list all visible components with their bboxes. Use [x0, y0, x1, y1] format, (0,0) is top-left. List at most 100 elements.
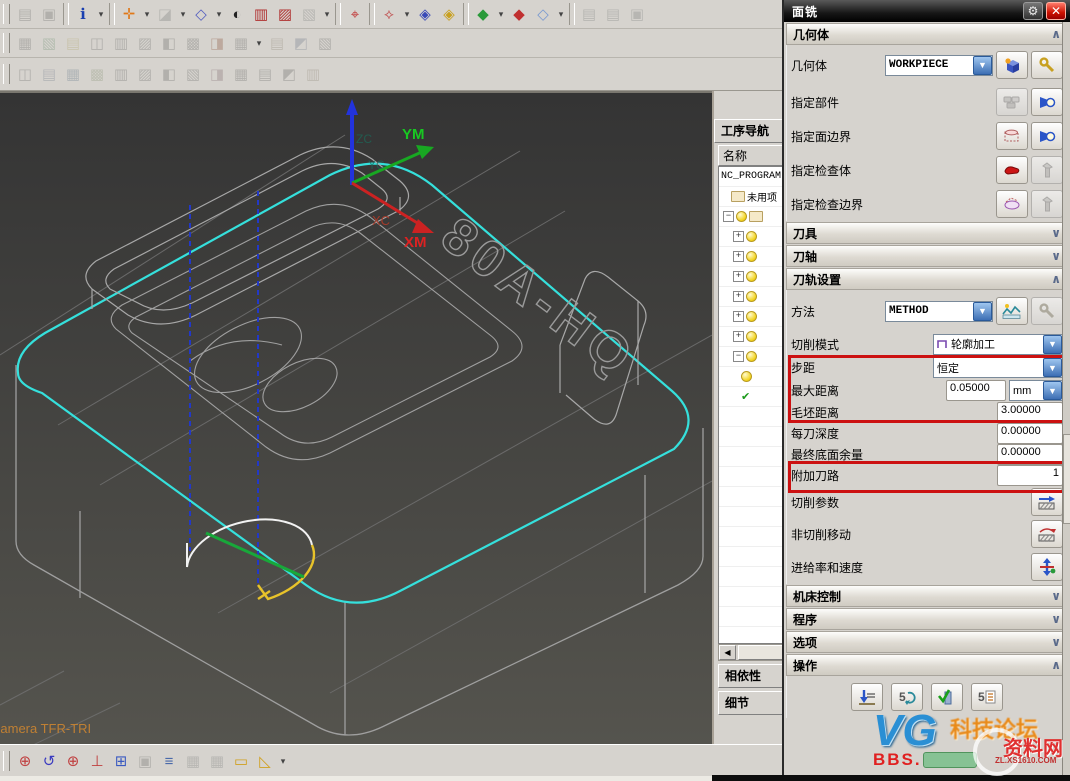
section-tool-axis[interactable]: 刀轴 ∨ [786, 245, 1068, 267]
operation-node[interactable]: + [719, 247, 784, 267]
hscroll-left-arrow-icon[interactable]: ◀ [719, 645, 736, 660]
operation-node[interactable] [719, 367, 784, 387]
verify-toolpath-button[interactable] [931, 683, 963, 711]
list-output-icon[interactable]: ◫ [13, 62, 37, 86]
datum-plane-icon[interactable]: ▦ [205, 749, 229, 773]
show-hide-toggle-icon[interactable]: ◇ [531, 2, 555, 26]
wireframe-menu-arrow-icon[interactable]: ▾ [213, 2, 225, 26]
verify-toolpath-icon[interactable]: ▧ [313, 31, 337, 55]
unit-dropdown-arrow-icon[interactable]: ▼ [1043, 381, 1062, 400]
highlight-check-body-button[interactable] [1031, 156, 1063, 184]
point-dialog-icon[interactable]: ◈ [413, 2, 437, 26]
section-options[interactable]: 选项 ∨ [786, 631, 1068, 653]
shaded-display-icon[interactable]: ◐ [225, 2, 249, 26]
section-machine-control[interactable]: 机床控制 ∨ [786, 585, 1068, 607]
expand-plus-icon[interactable]: + [733, 231, 744, 242]
cut-object-icon[interactable]: ◧ [157, 31, 181, 55]
copy-object-icon[interactable]: ▩ [181, 31, 205, 55]
edit-object-icon[interactable]: ▨ [133, 31, 157, 55]
operation-node[interactable]: + [719, 227, 784, 247]
select-check-boundaries-button[interactable] [996, 190, 1028, 218]
program-group[interactable]: − [719, 207, 784, 227]
grid-snap-icon[interactable]: ▤ [601, 2, 625, 26]
create-tool-icon[interactable]: ▧ [37, 31, 61, 55]
information-menu-arrow-icon[interactable]: ▾ [95, 2, 107, 26]
display-menu-arrow-icon[interactable]: ▾ [321, 2, 333, 26]
select-face-boundaries-button[interactable] [996, 122, 1028, 150]
blank-distance-input[interactable]: 3.00000 [997, 402, 1063, 423]
mirror-path-icon[interactable]: ◨ [205, 62, 229, 86]
wireframe-display-icon[interactable]: ◇ [189, 2, 213, 26]
edit-geometry-button[interactable] [1031, 51, 1063, 79]
toolbar-drag-handle[interactable] [3, 4, 10, 24]
hscroll-thumb[interactable] [738, 645, 783, 660]
operation-complete-node[interactable]: ✔ [719, 387, 784, 407]
fit-view-icon[interactable]: ✛ [117, 2, 141, 26]
fit-view-menu-arrow-icon[interactable]: ▾ [141, 2, 153, 26]
datum-csys-icon[interactable]: ⌖ [343, 2, 367, 26]
stepover-combo[interactable]: 恒定 ▼ [933, 357, 1063, 378]
information-icon[interactable]: ℹ [71, 2, 95, 26]
final-floor-stock-input[interactable]: 0.00000 [997, 444, 1063, 465]
max-distance-input[interactable]: 0.05000 [946, 380, 1006, 401]
toolbar-drag-handle[interactable] [3, 751, 10, 771]
highlight-part-button[interactable] [1031, 88, 1063, 116]
shop-doc-icon[interactable]: ▦ [61, 62, 85, 86]
wcs-dynamics-icon[interactable]: ⊕ [61, 749, 85, 773]
operation-node[interactable]: + [719, 267, 784, 287]
section-geometry[interactable]: 几何体 ∧ [786, 23, 1068, 45]
navigator-hscrollbar[interactable]: ◀ [718, 644, 784, 661]
geometry-dropdown-arrow-icon[interactable]: ▼ [973, 56, 992, 75]
dialog-close-icon[interactable]: ✕ [1046, 2, 1066, 20]
more-menu-arrow-icon[interactable]: ▾ [555, 2, 567, 26]
replay-toolpath-button[interactable]: 5 [891, 683, 923, 711]
csys-orient-icon[interactable]: ⟡ [377, 2, 401, 26]
orient-view-icon[interactable]: ◪ [153, 2, 177, 26]
window-display-icon[interactable]: ▣ [625, 2, 649, 26]
method-combo[interactable]: METHOD ▼ [885, 301, 993, 322]
stepover-dropdown-arrow-icon[interactable]: ▼ [1043, 358, 1062, 377]
unused-items-node[interactable]: 未用项 [719, 187, 784, 207]
paste-object-icon[interactable]: ◨ [205, 31, 229, 55]
additional-passes-input[interactable]: 1 [997, 465, 1063, 486]
gouge-check-icon[interactable]: ▨ [133, 62, 157, 86]
list-toolpath-button[interactable]: 5 [971, 683, 1003, 711]
nc-program-node[interactable]: NC_PROGRAM [719, 167, 784, 187]
expand-plus-icon[interactable]: + [733, 291, 744, 302]
display-part-icon[interactable]: ▣ [37, 2, 61, 26]
save-wcs-icon[interactable]: ⊞ [109, 749, 133, 773]
select-part-button[interactable] [996, 88, 1028, 116]
collapse-minus-icon[interactable]: − [733, 351, 744, 362]
cut-pattern-dropdown-arrow-icon[interactable]: ▼ [1043, 335, 1062, 354]
edit-method-button[interactable] [1031, 297, 1063, 325]
create-program-icon[interactable]: ▦ [13, 31, 37, 55]
section-program[interactable]: 程序 ∨ [786, 608, 1068, 630]
row2-menu-arrow-icon[interactable]: ▾ [253, 31, 265, 55]
collapse-minus-icon[interactable]: − [723, 211, 734, 222]
cut-pattern-combo[interactable]: 轮廓加工 ▼ [933, 334, 1063, 355]
display-mode-icon[interactable]: ▣ [133, 749, 157, 773]
bottom-menu-arrow-icon[interactable]: ▾ [277, 749, 289, 773]
cutting-parameters-button[interactable] [1031, 488, 1063, 516]
section-actions[interactable]: 操作 ∧ [786, 654, 1068, 676]
work-plane-icon[interactable]: ▦ [181, 749, 205, 773]
toolbar-drag-handle[interactable] [3, 33, 10, 53]
graphics-viewport[interactable]: 80A-HQ ZC YC YM XC XM Camera TFR-TRI [0, 91, 712, 746]
generate-toolpath-icon[interactable]: ▤ [265, 31, 289, 55]
orient-menu-arrow-icon[interactable]: ▾ [177, 2, 189, 26]
translucent-cube-icon[interactable]: ▥ [249, 2, 273, 26]
new-method-button[interactable] [996, 297, 1028, 325]
hide-object-icon[interactable]: ◆ [507, 2, 531, 26]
open-part-icon[interactable]: ▤ [13, 2, 37, 26]
max-distance-unit-combo[interactable]: mm ▼ [1009, 380, 1063, 401]
dialog-right-scrollbar[interactable] [1062, 22, 1070, 776]
create-geometry-icon[interactable]: ▤ [61, 31, 85, 55]
expand-plus-icon[interactable]: + [733, 331, 744, 342]
postprocess-icon[interactable]: ▤ [37, 62, 61, 86]
generate-toolpath-button[interactable] [851, 683, 883, 711]
csys-partial-icon[interactable]: ⊕ [13, 749, 37, 773]
select-check-body-button[interactable] [996, 156, 1028, 184]
show-menu-arrow-icon[interactable]: ▾ [495, 2, 507, 26]
machine-sim-icon[interactable]: ▥ [109, 62, 133, 86]
grid-display-icon[interactable]: ▤ [577, 2, 601, 26]
